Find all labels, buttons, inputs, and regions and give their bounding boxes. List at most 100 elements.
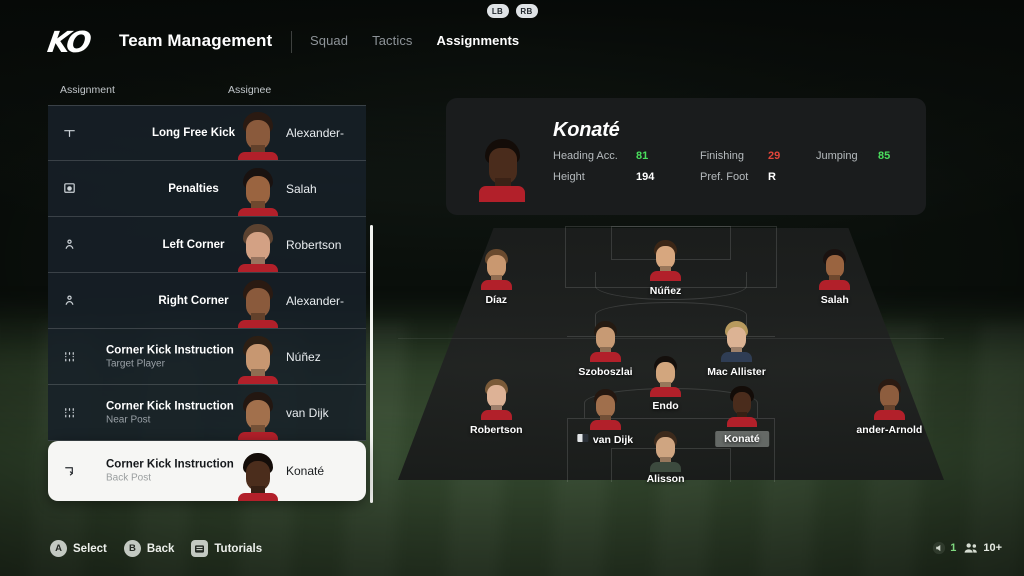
left-corner-icon xyxy=(60,236,78,254)
assignment-row[interactable]: Left Corner Robertson xyxy=(48,217,366,273)
status-count: 1 xyxy=(950,541,957,554)
prompt-select[interactable]: A Select xyxy=(50,540,107,557)
stat-label: Finishing xyxy=(700,150,745,162)
pitch-player-portrait[interactable] xyxy=(649,428,683,472)
assignment-row[interactable]: Corner Kick Instruction Target Player Nú… xyxy=(48,329,366,385)
assignee-portrait xyxy=(236,164,280,216)
pitch-player-name[interactable]: Salah xyxy=(821,294,849,306)
bumper-rb[interactable]: RB xyxy=(515,4,538,18)
button-a-icon: A xyxy=(50,540,67,557)
pitch-player-name[interactable]: Endo xyxy=(652,400,678,412)
pitch-player-portrait[interactable] xyxy=(818,246,852,290)
assignment-list-panel: Assignment Assignee Long Free Kick Alexa… xyxy=(48,84,366,504)
column-header-assignee: Assignee xyxy=(228,84,272,96)
pitch-player-portrait[interactable] xyxy=(720,318,754,362)
stat-value: 81 xyxy=(636,150,649,162)
assignee-name: Alexander- xyxy=(286,293,345,308)
tab-squad[interactable]: Squad xyxy=(310,33,348,48)
prompt-label: Select xyxy=(73,542,107,555)
assignment-row[interactable]: Corner Kick Instruction Near Post van Di… xyxy=(48,385,366,441)
button-prompts: A Select B Back Tutorials xyxy=(50,540,262,557)
pitch-player-name[interactable]: Mac Allister xyxy=(707,366,766,378)
assignee-portrait xyxy=(236,220,280,272)
corner-near-post-icon xyxy=(60,404,78,422)
pitch-player-name[interactable]: van Dijk xyxy=(577,434,634,446)
pitch-player-name[interactable]: Szoboszlai xyxy=(578,366,632,378)
list-scrollbar-track[interactable] xyxy=(370,225,373,503)
pitch-player-name[interactable]: Konaté xyxy=(715,431,769,447)
bottom-bar: A Select B Back Tutorials 1 10+ xyxy=(0,528,1024,576)
pitch-player-portrait[interactable] xyxy=(649,353,683,397)
assignee-name: Salah xyxy=(286,181,317,196)
people-icon xyxy=(964,540,979,555)
pitch-player-name[interactable]: Alisson xyxy=(647,473,685,485)
stat-finishing: Finishing 29 xyxy=(700,150,780,162)
pitch-player-name[interactable]: Núñez xyxy=(650,285,682,297)
stat-heading-acc: Heading Acc. 81 xyxy=(553,150,648,162)
pitch-player-name-text: Mac Allister xyxy=(707,366,766,378)
status-people: 10+ xyxy=(964,540,1002,555)
list-scrollbar-thumb[interactable] xyxy=(370,225,373,503)
assignee-name: Alexander- xyxy=(286,126,345,140)
captain-armband-icon xyxy=(577,434,589,442)
stat-value: 85 xyxy=(878,150,891,162)
pitch-player-portrait[interactable] xyxy=(725,383,759,427)
bumper-lb[interactable]: LB xyxy=(486,4,509,18)
pitch-player-name[interactable]: Díaz xyxy=(485,294,507,306)
prompt-back[interactable]: B Back xyxy=(123,540,174,557)
pitch-player-portrait[interactable] xyxy=(588,386,622,430)
player-card-stats: Heading Acc. 81 Finishing 29 Jumping 85 Height… xyxy=(553,150,913,192)
penalty-icon xyxy=(60,180,78,198)
tab-bar: Squad Tactics Assignments xyxy=(310,33,519,48)
corner-back-post-icon xyxy=(60,462,78,480)
pitch-player-name[interactable]: ander-Arnold xyxy=(856,424,922,436)
stat-label: Height xyxy=(553,171,585,183)
stat-label: Heading Acc. xyxy=(553,150,618,162)
button-b-icon: B xyxy=(123,540,141,557)
stat-value: 194 xyxy=(636,171,655,183)
stat-jumping: Jumping 85 xyxy=(816,150,890,162)
column-header-assignment: Assignment xyxy=(60,84,115,96)
tab-tactics[interactable]: Tactics xyxy=(372,33,412,48)
assignment-row-selected[interactable]: Corner Kick Instruction Back Post Konaté xyxy=(48,441,366,501)
pitch-player-name-text: Konaté xyxy=(724,433,760,445)
stat-label: Jumping xyxy=(816,150,858,162)
pitch-player-portrait[interactable] xyxy=(479,376,513,420)
status-audio: 1 xyxy=(931,540,956,555)
pitch-player-name-text: Núñez xyxy=(649,285,682,297)
assignment-row[interactable]: Right Corner Alexander- xyxy=(48,273,366,329)
pitch-player-portrait[interactable] xyxy=(649,237,683,281)
bumper-hints: LB RB xyxy=(0,4,1024,18)
assignee-portrait xyxy=(236,108,280,160)
pitch-player-name[interactable]: Robertson xyxy=(470,424,523,436)
prompt-tutorials[interactable]: Tutorials xyxy=(191,540,262,557)
assignment-rows[interactable]: Long Free Kick Alexander- Penalties Sala… xyxy=(48,105,366,505)
status-indicators: 1 10+ xyxy=(931,540,1002,555)
screen-root: LB RB KO Team Management Squad Tactics Assi… xyxy=(0,0,1024,576)
assignee-name: Konaté xyxy=(286,464,325,478)
pitch-player-name-text: Szoboszlai xyxy=(578,366,633,378)
list-column-headers: Assignment Assignee xyxy=(48,84,366,104)
stat-row: Heading Acc. 81 Finishing 29 Jumping 85 xyxy=(553,150,913,171)
page-title: Team Management xyxy=(119,31,273,50)
corner-target-icon xyxy=(60,348,78,366)
pitch-player-portrait[interactable] xyxy=(872,376,906,420)
free-kick-icon xyxy=(60,124,78,142)
game-logo: KO xyxy=(45,25,92,59)
stat-height: Height 194 xyxy=(553,171,654,183)
right-corner-icon xyxy=(60,292,78,310)
pitch-player-portrait[interactable] xyxy=(588,318,622,362)
pitch-player-name-text: van Dijk xyxy=(592,434,634,446)
formation-pitch[interactable]: Díaz Núñez Salah Szoboszlai Endo Mac All… xyxy=(398,226,944,485)
pitch-player-portrait[interactable] xyxy=(479,246,513,290)
menu-icon xyxy=(191,540,209,557)
player-card-portrait xyxy=(476,134,528,202)
assignee-portrait xyxy=(236,332,280,384)
status-count: 10+ xyxy=(983,541,1002,554)
assignee-portrait xyxy=(236,388,280,440)
pitch-player-name-text: Robertson xyxy=(470,424,523,436)
tab-assignments[interactable]: Assignments xyxy=(437,33,520,48)
assignment-row[interactable]: Long Free Kick Alexander- xyxy=(48,105,366,161)
assignment-row[interactable]: Penalties Salah xyxy=(48,161,366,217)
stat-row: Height 194 Pref. Foot R xyxy=(553,171,913,192)
